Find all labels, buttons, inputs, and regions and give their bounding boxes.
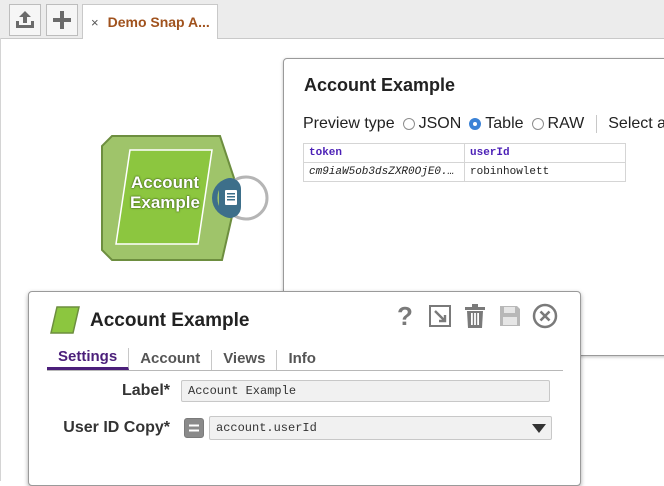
tab-settings[interactable]: Settings [47,348,130,370]
user-id-copy-select[interactable]: account.userId [209,416,552,440]
tab-views[interactable]: Views [212,350,278,370]
expand-button[interactable] [426,302,453,329]
expand-icon [428,304,451,327]
radio-raw[interactable] [531,118,544,130]
snap-label-line1: Account [131,173,199,192]
close-icon [532,303,557,328]
user-id-copy-label: User ID Copy* [63,419,170,436]
radio-table[interactable] [469,118,482,130]
column-header-userid[interactable]: userId [464,143,626,163]
save-button[interactable] [496,302,523,329]
tab-title: Demo Snap A... [107,14,210,30]
tab-bar: × Demo Snap A... [0,0,664,39]
radio-json-label[interactable]: JSON [419,115,462,133]
help-icon: ? [397,303,413,329]
tab-account[interactable]: Account [129,350,213,370]
preview-type-row: Preview type JSON Table RAW Select all [303,115,664,133]
dialog-toolbar: ? [391,302,558,329]
delete-button[interactable] [461,302,488,329]
upload-button[interactable] [9,4,41,36]
document-icon [225,190,237,205]
table-cell-userid[interactable]: robinhowlett [464,162,626,182]
equals-icon [189,424,199,432]
table-cell-token[interactable]: cm9iaW5ob3dsZXR0OjE0... [303,162,465,182]
close-button[interactable] [531,302,558,329]
preview-table: token userId cm9iaW5ob3dsZXR0OjE0... rob… [303,143,626,182]
snap-label-line2: Example [130,193,200,212]
snap-settings-dialog: Account Example ? Settings Account Views… [28,291,581,486]
upload-icon [16,11,34,28]
table-row: cm9iaW5ob3dsZXR0OjE0... robinhowlett [303,162,626,182]
table-header-row: token userId [303,143,626,163]
dialog-title: Account Example [90,310,250,331]
radio-raw-label[interactable]: RAW [548,115,585,133]
user-id-copy-value: account.userId [216,421,317,435]
plus-icon [53,11,71,29]
snap-label: Account Example [122,173,208,213]
label-input[interactable]: Account Example [181,380,550,402]
dialog-tabs: Settings Account Views Info [47,348,563,371]
tab-close-button[interactable]: × [91,15,99,30]
help-button[interactable]: ? [391,302,418,329]
expression-toggle-button[interactable] [184,418,204,438]
svg-text:?: ? [397,303,413,329]
snap-icon [50,306,80,334]
pipeline-tab[interactable]: × Demo Snap A... [82,4,218,39]
label-field-label: Label* [121,382,170,399]
preview-title: Account Example [304,75,456,95]
radio-json[interactable] [402,118,415,130]
trash-icon [464,303,485,328]
select-all-link[interactable]: Select all [608,115,664,133]
tab-info[interactable]: Info [277,350,327,370]
divider [596,115,598,133]
column-header-token[interactable]: token [303,143,465,163]
canvas-border [0,38,1,481]
add-button[interactable] [46,4,78,36]
dropdown-caret-icon[interactable] [532,424,546,433]
radio-table-label[interactable]: Table [485,115,523,133]
preview-type-label: Preview type [303,115,395,132]
save-icon [499,305,520,326]
